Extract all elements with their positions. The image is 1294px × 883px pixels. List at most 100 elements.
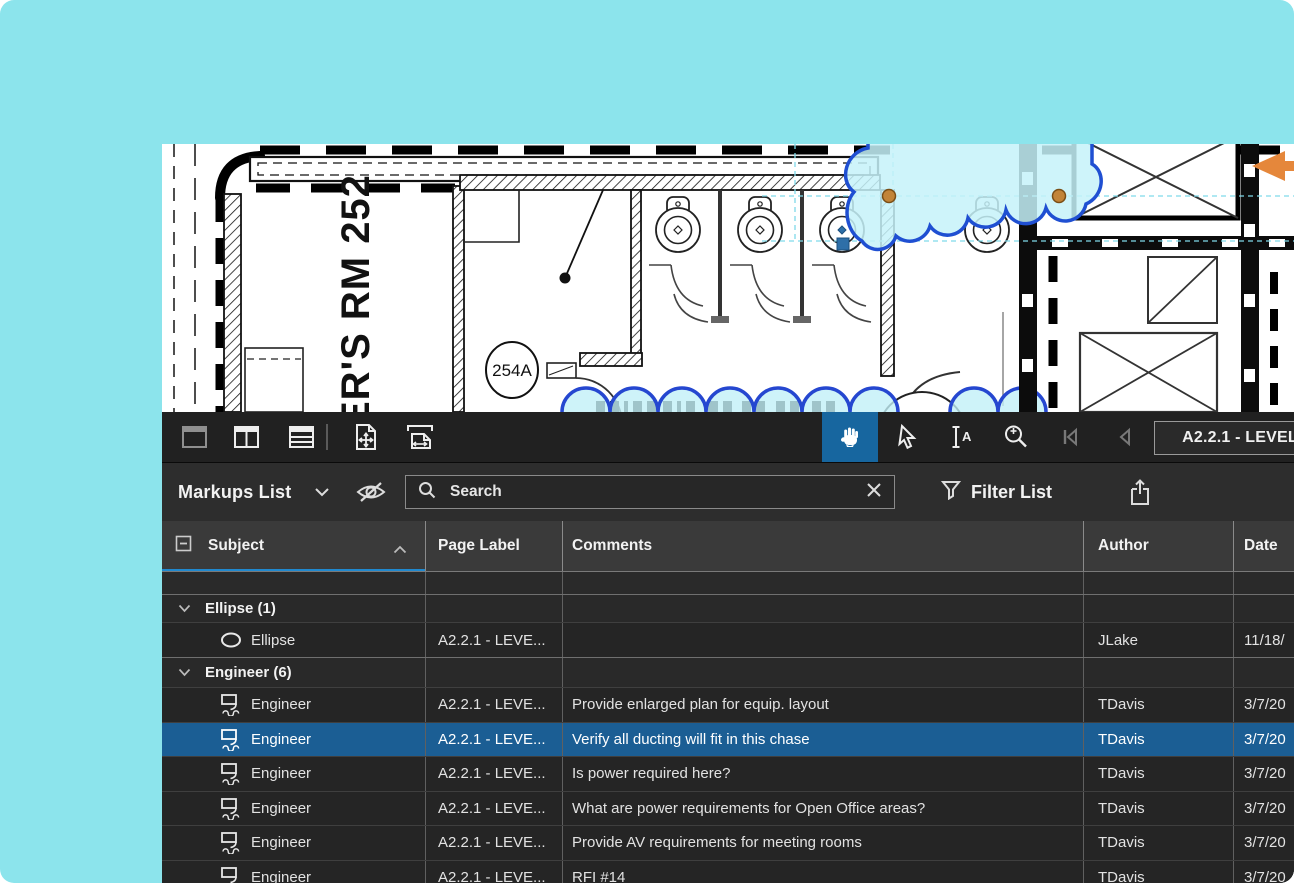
ellipse-icon <box>220 632 242 648</box>
sort-underline <box>162 569 425 571</box>
comments-cell: Provide enlarged plan for equip. layout <box>562 688 1083 722</box>
column-label: Subject <box>208 537 264 555</box>
collapse-all-icon[interactable] <box>175 535 192 557</box>
drawing-canvas[interactable]: ER'S RM 252 254A <box>162 144 1294 412</box>
screenshot-stage: ER'S RM 252 254A <box>0 0 1294 883</box>
table-row[interactable]: Engineer A2.2.1 - LEVE... RFI #14 TDavis… <box>162 860 1294 883</box>
hide-markups-icon[interactable] <box>354 479 388 510</box>
partial-row <box>162 572 1294 594</box>
comments-cell: Verify all ducting will fit in this chas… <box>562 723 1083 757</box>
column-header-comments[interactable]: Comments <box>562 521 1083 571</box>
comments-cell: Provide AV requirements for meeting room… <box>562 826 1083 860</box>
group-row-engineer[interactable]: Engineer (6) <box>162 657 1294 687</box>
callout-icon <box>220 728 242 751</box>
select-cursor-icon <box>896 424 920 450</box>
split-vertical-button[interactable] <box>226 412 266 462</box>
author-cell: TDavis <box>1083 688 1233 722</box>
column-header-page-label[interactable]: Page Label <box>425 521 562 571</box>
table-row[interactable]: Engineer A2.2.1 - LEVE... What are power… <box>162 791 1294 826</box>
hand-icon <box>836 423 864 451</box>
date-cell: 3/7/20 <box>1233 757 1294 791</box>
page-label-box[interactable]: A2.2.1 - LEVEL <box>1154 421 1294 455</box>
group-row-ellipse[interactable]: Ellipse (1) <box>162 594 1294 622</box>
callout-icon <box>220 831 242 854</box>
zoom-tool-button[interactable] <box>996 412 1036 462</box>
page-cell: A2.2.1 - LEVE... <box>425 623 562 657</box>
split-horizontal-button[interactable] <box>281 412 321 462</box>
sort-ascending-icon[interactable] <box>393 541 407 559</box>
toolbar-separator <box>326 424 328 450</box>
column-label: Author <box>1098 537 1149 555</box>
column-header-author[interactable]: Author <box>1083 521 1233 571</box>
anchor-handle-blue[interactable] <box>837 238 849 250</box>
room-252-label: ER'S RM 252 <box>334 174 378 412</box>
table-row[interactable]: Engineer A2.2.1 - LEVE... Is power requi… <box>162 756 1294 791</box>
view-toolbar: A <box>162 412 1294 463</box>
table-row[interactable]: Engineer A2.2.1 - LEVE... Provide AV req… <box>162 825 1294 860</box>
filter-list-button[interactable]: Filter List <box>941 463 1052 521</box>
callout-icon <box>220 762 242 785</box>
page-scale-button[interactable] <box>400 412 440 462</box>
author-cell: JLake <box>1083 623 1233 657</box>
subject-cell: Engineer <box>251 800 311 817</box>
app-window: ER'S RM 252 254A <box>162 144 1294 883</box>
author-cell: TDavis <box>1083 861 1233 883</box>
markups-list-title: Markups List <box>178 482 291 503</box>
table-row-selected[interactable]: Engineer A2.2.1 - LEVE... Verify all duc… <box>162 722 1294 757</box>
comments-cell: Is power required here? <box>562 757 1083 791</box>
split-horizontal-icon <box>288 425 315 449</box>
chevron-down-icon[interactable] <box>314 485 330 503</box>
date-cell: 3/7/20 <box>1233 792 1294 826</box>
resize-handle-left[interactable] <box>883 190 896 203</box>
author-cell: TDavis <box>1083 757 1233 791</box>
callout-icon <box>220 866 242 883</box>
split-vertical-icon <box>233 425 260 449</box>
column-label: Date <box>1244 537 1278 555</box>
page-label-text: A2.2.1 - LEVEL <box>1182 429 1294 447</box>
author-cell: TDavis <box>1083 792 1233 826</box>
table-row[interactable]: Ellipse A2.2.1 - LEVE... JLake 11/18/ <box>162 622 1294 657</box>
search-placeholder: Search <box>450 483 866 501</box>
fit-document-button[interactable] <box>346 412 386 462</box>
single-pane-button[interactable] <box>174 412 214 462</box>
table-row[interactable]: Engineer A2.2.1 - LEVE... Provide enlarg… <box>162 687 1294 722</box>
group-label: Engineer (6) <box>205 664 292 681</box>
previous-page-icon <box>1116 427 1132 447</box>
resize-handle-right[interactable] <box>1053 190 1066 203</box>
page-cell: A2.2.1 - LEVE... <box>425 792 562 826</box>
page-cell: A2.2.1 - LEVE... <box>425 861 562 883</box>
markups-list-dropdown[interactable]: Markups List <box>178 463 291 521</box>
markups-table-header: Subject Page Label Comments Author Date <box>162 521 1294 572</box>
subject-cell: Engineer <box>251 731 311 748</box>
fit-document-icon <box>354 423 378 451</box>
text-select-button[interactable]: A <box>942 412 982 462</box>
hand-tool-button[interactable] <box>822 412 878 462</box>
floor-plan: ER'S RM 252 254A <box>162 144 1294 412</box>
comments-cell <box>562 623 1083 657</box>
date-cell: 11/18/ <box>1233 623 1294 657</box>
search-input[interactable]: Search <box>405 475 895 509</box>
column-header-subject[interactable]: Subject <box>162 521 425 571</box>
callout-icon <box>220 693 242 716</box>
export-button[interactable] <box>1128 478 1152 511</box>
comments-cell: What are power requirements for Open Off… <box>562 792 1083 826</box>
chevron-down-icon[interactable] <box>178 600 191 617</box>
zoom-icon <box>1003 424 1029 450</box>
search-icon <box>418 481 436 504</box>
author-cell: TDavis <box>1083 826 1233 860</box>
clear-search-icon[interactable] <box>866 482 882 503</box>
column-label: Comments <box>572 537 652 555</box>
export-icon <box>1128 478 1152 506</box>
previous-page-button[interactable] <box>1106 412 1142 462</box>
filter-icon <box>941 480 961 505</box>
filter-list-label: Filter List <box>971 482 1052 503</box>
column-header-date[interactable]: Date <box>1233 521 1294 571</box>
page-cell: A2.2.1 - LEVE... <box>425 723 562 757</box>
select-tool-button[interactable] <box>888 412 928 462</box>
comments-cell: RFI #14 <box>562 861 1083 883</box>
date-cell: 3/7/20 <box>1233 861 1294 883</box>
chevron-down-icon[interactable] <box>178 664 191 681</box>
first-page-button[interactable] <box>1052 412 1088 462</box>
subject-cell: Ellipse <box>251 632 295 649</box>
svg-text:A: A <box>962 429 972 444</box>
